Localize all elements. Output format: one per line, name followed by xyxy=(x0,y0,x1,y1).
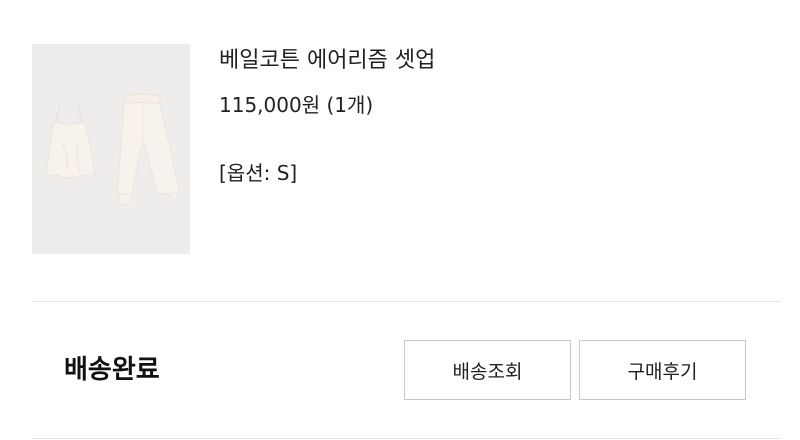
product-image[interactable] xyxy=(32,44,190,254)
product-option: [옵션: S] xyxy=(219,161,298,185)
section-divider xyxy=(32,301,780,302)
product-name[interactable]: 베일코튼 에어리즘 셋업 xyxy=(219,44,435,78)
delivery-status-label: 배송완료 xyxy=(64,355,160,385)
product-price: 115,000원 (1개) xyxy=(219,93,374,117)
product-image-illustration xyxy=(32,44,190,254)
order-item: 베일코튼 에어리즘 셋업 115,000원 (1개) [옵션: S] xyxy=(0,0,800,300)
track-delivery-button[interactable]: 배송조회 xyxy=(404,340,571,400)
write-review-button[interactable]: 구매후기 xyxy=(579,340,746,400)
section-divider-bottom xyxy=(32,438,780,439)
